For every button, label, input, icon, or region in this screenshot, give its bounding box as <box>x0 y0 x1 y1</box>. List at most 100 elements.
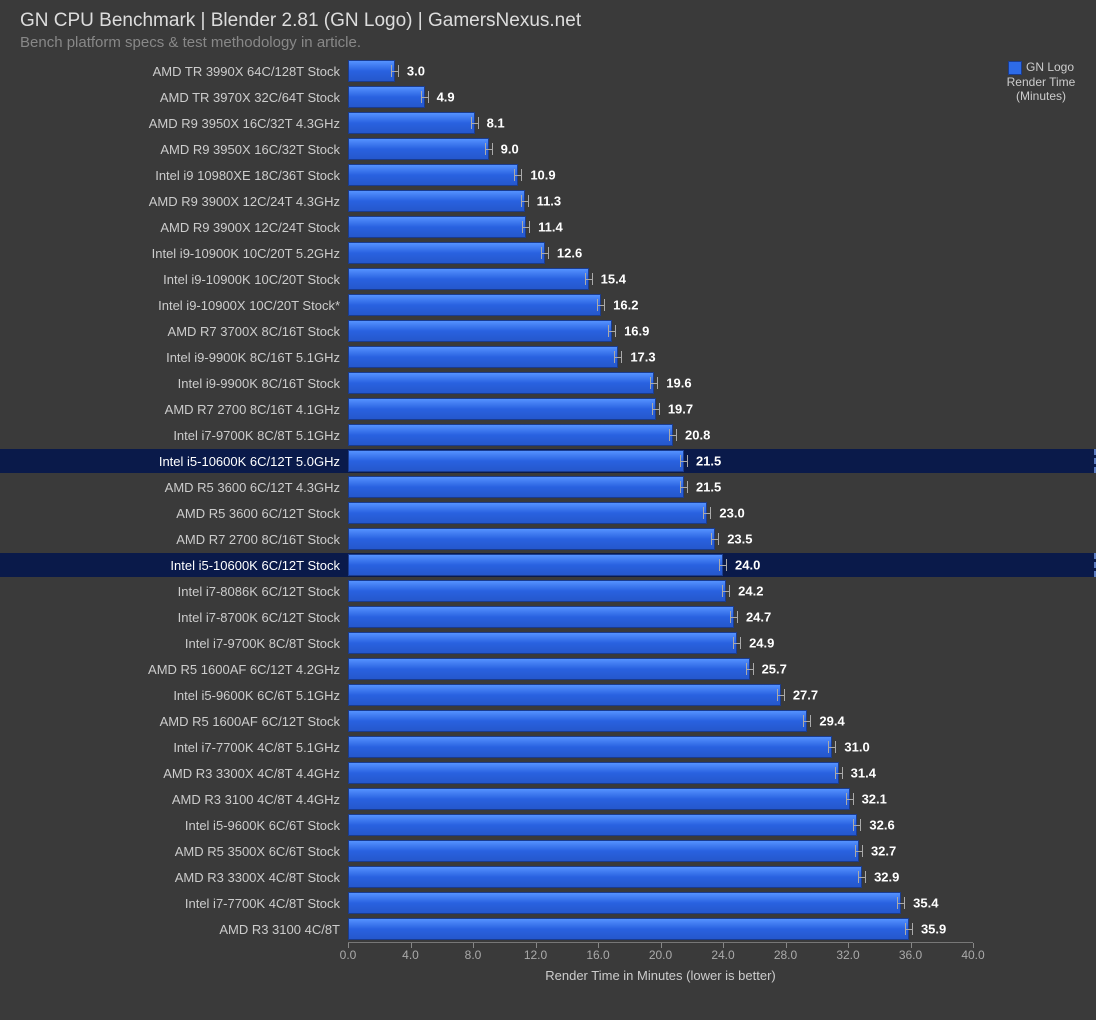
bar <box>348 788 850 810</box>
bar-row: Intel i9-10900X 10C/20T Stock*16.2 <box>0 292 1000 318</box>
value-label: 16.9 <box>624 324 649 339</box>
category-label: AMD R9 3950X 16C/32T 4.3GHz <box>0 116 348 131</box>
bar-row: AMD R7 2700 8C/16T Stock23.5 <box>0 526 1000 552</box>
bar <box>348 346 618 368</box>
bar-row: Intel i9-10900K 10C/20T Stock15.4 <box>0 266 1000 292</box>
bar <box>348 892 901 914</box>
category-label: AMD R3 3100 4C/8T <box>0 922 348 937</box>
bar-track: 23.5 <box>348 526 1000 552</box>
bar-track: 11.4 <box>348 214 1000 240</box>
bar <box>348 242 545 264</box>
category-label: AMD R9 3900X 12C/24T Stock <box>0 220 348 235</box>
bar <box>348 216 526 238</box>
category-label: AMD TR 3970X 32C/64T Stock <box>0 90 348 105</box>
bar <box>348 736 832 758</box>
bar-track: 24.2 <box>348 578 1000 604</box>
bar-row: Intel i9-9900K 8C/16T 5.1GHz 17.3 <box>0 344 1000 370</box>
bar-row: AMD R7 2700 8C/16T 4.1GHz19.7 <box>0 396 1000 422</box>
tick-label: 32.0 <box>836 948 859 962</box>
error-whisker-icon <box>608 325 616 337</box>
tick-label: 20.0 <box>649 948 672 962</box>
error-whisker-icon <box>485 143 493 155</box>
bar-track: 19.7 <box>348 396 1000 422</box>
error-whisker-icon <box>835 767 843 779</box>
bar-track: 10.9 <box>348 162 1000 188</box>
bar-track: 12.6 <box>348 240 1000 266</box>
bar-track: 31.0 <box>348 734 1000 760</box>
error-whisker-icon <box>746 663 754 675</box>
value-label: 29.4 <box>819 714 844 729</box>
value-label: 19.7 <box>668 402 693 417</box>
tick-label: 0.0 <box>340 948 357 962</box>
error-whisker-icon <box>669 429 677 441</box>
bar-track: 9.0 <box>348 136 1000 162</box>
bar-track: 29.4 <box>348 708 1000 734</box>
value-label: 19.6 <box>666 376 691 391</box>
error-whisker-icon <box>730 611 738 623</box>
bar-track: 11.3 <box>348 188 1000 214</box>
bar-track: 27.7 <box>348 682 1000 708</box>
tick-label: 12.0 <box>524 948 547 962</box>
category-label: AMD R7 3700X 8C/16T Stock <box>0 324 348 339</box>
value-label: 11.3 <box>537 194 562 209</box>
tick-label: 36.0 <box>899 948 922 962</box>
error-whisker-icon <box>514 169 522 181</box>
value-label: 25.7 <box>762 662 787 677</box>
category-label: Intel i5-10600K 6C/12T Stock <box>0 558 348 573</box>
error-whisker-icon <box>680 481 688 493</box>
category-label: Intel i5-9600K 6C/6T Stock <box>0 818 348 833</box>
bar-row: AMD R7 3700X 8C/16T Stock 16.9 <box>0 318 1000 344</box>
error-whisker-icon <box>614 351 622 363</box>
bar <box>348 398 656 420</box>
bar <box>348 502 707 524</box>
bar <box>348 450 684 472</box>
bar-row: AMD R5 1600AF 6C/12T 4.2GHz 25.7 <box>0 656 1000 682</box>
bar-track: 32.6 <box>348 812 1000 838</box>
error-whisker-icon <box>522 221 530 233</box>
bar-row: AMD R3 3300X 4C/8T 4.4GHz31.4 <box>0 760 1000 786</box>
category-label: Intel i9-10900K 10C/20T 5.2GHz <box>0 246 348 261</box>
value-label: 8.1 <box>487 116 505 131</box>
category-label: AMD R5 1600AF 6C/12T 4.2GHz <box>0 662 348 677</box>
bar <box>348 918 909 940</box>
chart-title: GN CPU Benchmark | Blender 2.81 (GN Logo… <box>0 0 1096 32</box>
bar-row: Intel i9-10900K 10C/20T 5.2GHz12.6 <box>0 240 1000 266</box>
bar-track: 24.0 <box>348 552 1000 578</box>
bar-row: AMD R3 3300X 4C/8T Stock32.9 <box>0 864 1000 890</box>
bar <box>348 476 684 498</box>
bar-row: Intel i9-9900K 8C/16T Stock19.6 <box>0 370 1000 396</box>
bar <box>348 814 857 836</box>
bar-row: AMD R5 3600 6C/12T Stock23.0 <box>0 500 1000 526</box>
value-label: 4.9 <box>437 90 455 105</box>
value-label: 32.7 <box>871 844 896 859</box>
legend-swatch-icon <box>1008 61 1022 75</box>
error-whisker-icon <box>521 195 529 207</box>
bar <box>348 840 859 862</box>
category-label: Intel i7-8700K 6C/12T Stock <box>0 610 348 625</box>
bar-row: AMD R9 3950X 16C/32T Stock9.0 <box>0 136 1000 162</box>
value-label: 3.0 <box>407 64 425 79</box>
bar <box>348 684 781 706</box>
error-whisker-icon <box>846 793 854 805</box>
value-label: 21.5 <box>696 480 721 495</box>
error-whisker-icon <box>680 455 688 467</box>
category-label: Intel i5-10600K 6C/12T 5.0GHz <box>0 454 348 469</box>
error-whisker-icon <box>541 247 549 259</box>
error-whisker-icon <box>853 819 861 831</box>
bar <box>348 658 750 680</box>
bar-track: 24.7 <box>348 604 1000 630</box>
bar-track: 32.9 <box>348 864 1000 890</box>
tick-label: 24.0 <box>711 948 734 962</box>
category-label: Intel i9-9900K 8C/16T 5.1GHz <box>0 350 348 365</box>
bar-row: Intel i7-8700K 6C/12T Stock24.7 <box>0 604 1000 630</box>
bar <box>348 580 726 602</box>
category-label: Intel i7-9700K 8C/8T 5.1GHz <box>0 428 348 443</box>
bar-track: 15.4 <box>348 266 1000 292</box>
bar-row: Intel i5-9600K 6C/6T 5.1GHz27.7 <box>0 682 1000 708</box>
bar <box>348 294 601 316</box>
error-whisker-icon <box>855 845 863 857</box>
value-label: 17.3 <box>630 350 655 365</box>
category-label: Intel i9 10980XE 18C/36T Stock <box>0 168 348 183</box>
value-label: 24.0 <box>735 558 760 573</box>
bar-track: 17.3 <box>348 344 1000 370</box>
